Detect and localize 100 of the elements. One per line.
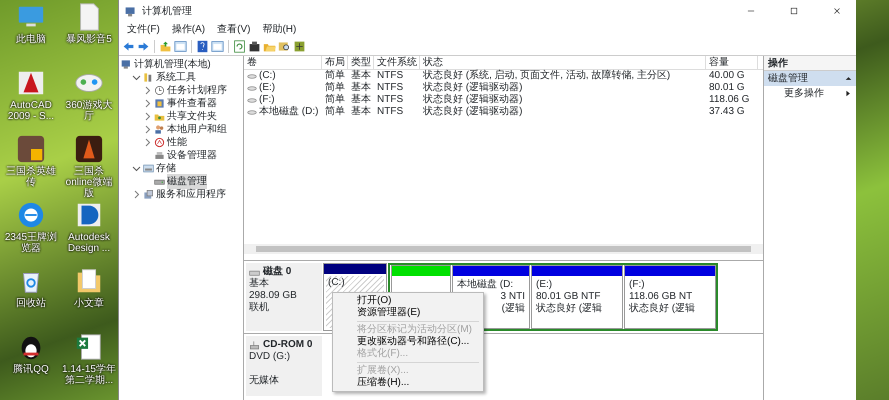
tree-item[interactable]: 共享文件夹	[167, 109, 217, 124]
actions-section[interactable]: 磁盘管理	[764, 71, 856, 86]
users-icon	[154, 124, 165, 135]
icon-label[interactable]: 1.14-15学年第二学期...	[62, 364, 116, 386]
action-item[interactable]: 更多操作	[764, 86, 856, 101]
actions-header: 操作	[764, 56, 856, 71]
disk-info: 联机	[249, 302, 270, 314]
menu-item[interactable]: 文件(F)	[121, 22, 166, 38]
table-cell: NTFS	[377, 82, 404, 93]
tree-item[interactable]: 磁盘管理	[167, 174, 207, 189]
column-header[interactable]: 状态	[420, 56, 706, 69]
tree-item[interactable]: 性能	[167, 135, 187, 150]
close-icon[interactable]	[832, 6, 842, 16]
partition-bar	[392, 266, 450, 276]
partition-info: 状态良好 (逻辑	[536, 303, 604, 315]
table-cell: 118.06 G	[709, 94, 750, 105]
partition-info: (逻辑	[500, 303, 525, 315]
table-cell: 基本	[351, 70, 371, 81]
icon-label[interactable]: 回收站	[16, 298, 46, 309]
folder-up-icon[interactable]	[159, 40, 172, 53]
tree-item[interactable]: 事件查看器	[167, 96, 217, 111]
log-viewer-icon	[154, 98, 165, 109]
partition-info: 80.01 GB NTF	[536, 291, 602, 302]
table-cell: (E:)	[259, 82, 276, 94]
tree-item[interactable]: 存储	[156, 161, 176, 176]
horizontal-scrollbar[interactable]	[244, 244, 763, 254]
tree-item[interactable]: 计算机管理(本地)	[134, 57, 211, 72]
export-list-icon[interactable]	[293, 40, 306, 53]
expand-chevron-icon[interactable]	[143, 138, 152, 147]
gauge-icon	[154, 137, 165, 148]
maximize-icon[interactable]	[789, 6, 799, 16]
expand-chevron-icon[interactable]	[143, 99, 152, 108]
search-icon[interactable]	[278, 40, 291, 53]
expand-chevron-icon[interactable]	[132, 190, 141, 199]
clock-icon	[154, 85, 165, 96]
partition-title: (E:)	[536, 279, 554, 291]
expand-chevron-icon[interactable]	[143, 86, 152, 95]
storage-icon	[143, 163, 154, 174]
table-cell: NTFS	[377, 106, 404, 117]
menu-item[interactable]: 操作(A)	[166, 22, 212, 38]
table-cell: 简单	[325, 94, 345, 105]
icon-label[interactable]: Autodesk Design ...	[62, 232, 116, 254]
table-cell: 基本	[351, 94, 371, 105]
game-icon[interactable]	[16, 134, 46, 164]
partition-title: (F:)	[629, 279, 646, 291]
table-cell: 40.00 G	[709, 70, 745, 81]
disk-status: 无媒体	[249, 375, 280, 387]
icon-label[interactable]: 腾讯QQ	[13, 364, 49, 375]
partition-title: (C:)	[328, 277, 346, 289]
menu-item[interactable]: 压缩卷(H)...	[333, 377, 483, 389]
table-cell: 状态良好 (逻辑驱动器)	[423, 82, 522, 93]
table-cell: 简单	[325, 82, 345, 93]
disk-name: 磁盘 0	[263, 266, 292, 278]
partition-info: 118.06 GB NT	[629, 291, 694, 302]
properties-icon[interactable]	[248, 40, 261, 53]
game-icon[interactable]	[74, 134, 104, 164]
tree-item[interactable]: 本地用户和组	[167, 122, 227, 137]
table-cell: 状态良好 (逻辑驱动器)	[423, 106, 522, 117]
expand-chevron-icon[interactable]	[143, 112, 152, 121]
disk-info: 298.09 GB	[249, 290, 298, 302]
tree-item[interactable]: 系统工具	[156, 70, 196, 85]
table-cell: NTFS	[377, 94, 404, 105]
disk-info: 基本	[249, 278, 270, 290]
panel-icon[interactable]	[174, 40, 187, 53]
back-arrow-icon[interactable]	[122, 40, 135, 53]
column-header[interactable]: 布局	[322, 56, 348, 69]
panel-icon[interactable]	[211, 40, 224, 53]
table-cell: 基本	[351, 82, 371, 93]
table-cell: 本地磁盘 (D:)	[259, 106, 318, 118]
column-header[interactable]: 容量	[706, 56, 758, 69]
tree-item[interactable]: 任务计划程序	[167, 83, 227, 98]
window-title: 计算机管理	[142, 4, 193, 18]
collapse-chevron-icon[interactable]	[132, 73, 141, 82]
column-header[interactable]: 卷	[244, 56, 322, 69]
menu-item[interactable]: 查看(V)	[211, 22, 256, 38]
table-cell: 状态良好 (逻辑驱动器)	[423, 94, 522, 105]
computer-icon	[124, 4, 137, 18]
table-cell: 37.43 G	[709, 106, 745, 117]
tree-item[interactable]: 设备管理器	[167, 148, 217, 163]
expand-chevron-icon[interactable]	[143, 125, 152, 134]
disk-info: DVD (G:)	[249, 351, 292, 363]
refresh-icon[interactable]	[233, 40, 246, 53]
table-cell: 简单	[325, 106, 345, 117]
section-title: 磁盘管理	[768, 72, 808, 86]
menu-item[interactable]: 更改驱动器号和路径(C)...	[333, 336, 483, 348]
tree-item[interactable]: 服务和应用程序	[156, 187, 226, 202]
column-header[interactable]: 类型	[348, 56, 374, 69]
tools-icon	[143, 72, 154, 83]
partition-info: 状态良好 (逻辑	[629, 303, 696, 315]
browser-icon[interactable]	[16, 200, 46, 230]
column-header[interactable]: 文件系统	[374, 56, 420, 69]
table-cell: (C:)	[259, 70, 276, 82]
help-icon[interactable]	[196, 40, 209, 53]
partition-info: 3 NTI	[500, 291, 525, 302]
menu-item[interactable]: 帮助(H)	[256, 22, 302, 38]
icon-label[interactable]: 小文章	[74, 298, 104, 309]
collapse-chevron-icon[interactable]	[132, 164, 141, 173]
table-cell: 80.01 G	[709, 82, 745, 93]
disk-name: CD-ROM 0	[263, 339, 312, 351]
forward-arrow-icon[interactable]	[137, 40, 150, 53]
